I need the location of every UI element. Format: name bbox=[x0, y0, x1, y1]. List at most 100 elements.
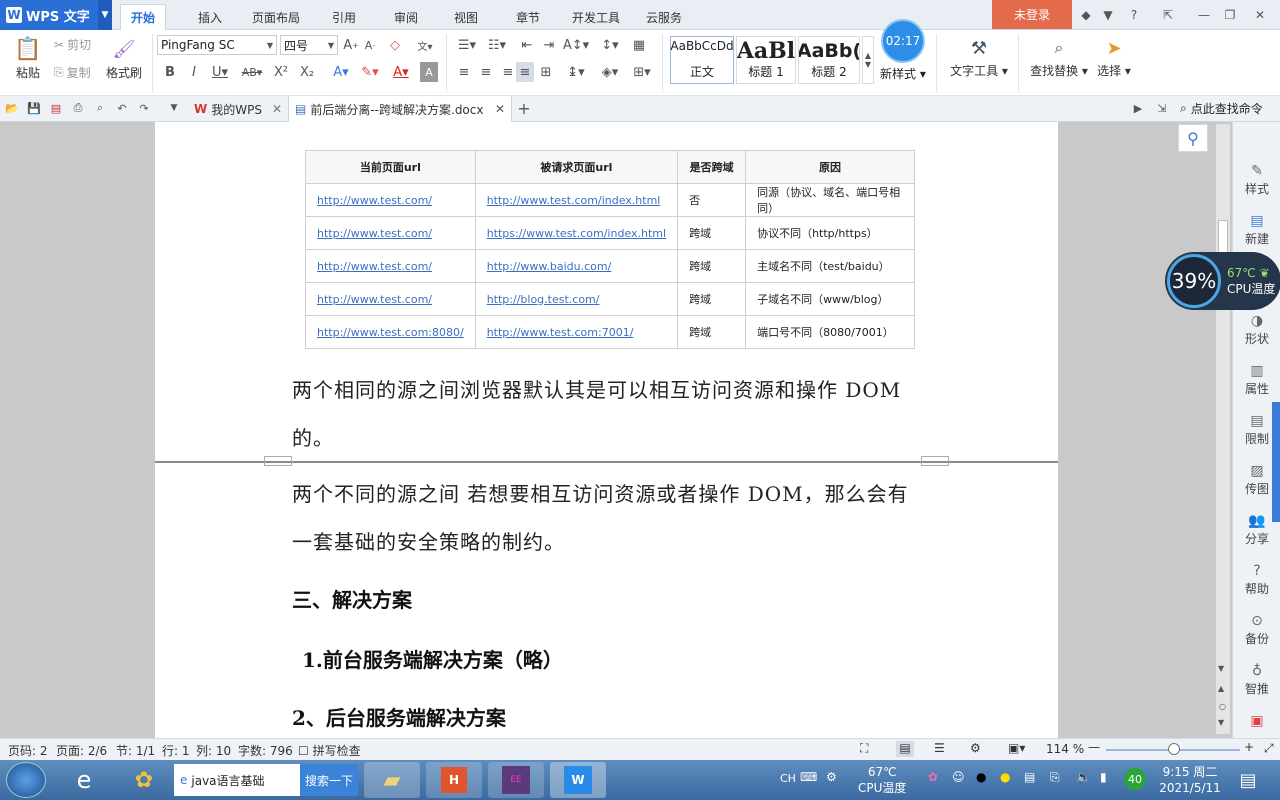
style-heading-1[interactable]: AaBl 标题 1 bbox=[736, 36, 796, 84]
table-border-icon[interactable]: ▦ bbox=[630, 35, 648, 55]
copy-button[interactable]: ⎘ 复制 bbox=[54, 64, 91, 81]
fullscreen-icon[interactable]: ⛶ bbox=[860, 741, 868, 756]
close-tab-icon[interactable]: ✕ bbox=[272, 102, 282, 116]
wps-taskbar-icon[interactable]: W bbox=[550, 762, 606, 798]
signal-icon[interactable]: ▮ bbox=[1100, 770, 1107, 784]
increase-indent-icon[interactable]: ⇥ bbox=[540, 35, 558, 55]
url-link[interactable]: http://www.test.com/ bbox=[317, 293, 432, 306]
vertical-scrollbar[interactable]: ▼ ▲ ○ ▼ bbox=[1216, 124, 1230, 734]
scrollbar-thumb[interactable] bbox=[1218, 220, 1228, 256]
skin-icon[interactable]: ◆ bbox=[1076, 5, 1096, 25]
tray-flower-icon[interactable]: ✿ bbox=[928, 770, 938, 784]
outline-view-icon[interactable]: ☰ bbox=[934, 741, 945, 755]
align-right-icon[interactable]: ≡ bbox=[500, 62, 516, 82]
restore-ribbon-icon[interactable]: ⇱ bbox=[1158, 5, 1178, 25]
tray-yellow-icon[interactable]: ● bbox=[1000, 770, 1010, 784]
location-pin-icon[interactable]: ⚲ bbox=[1178, 124, 1208, 152]
tray-device-icon[interactable]: ⎘ bbox=[1050, 770, 1060, 785]
app-menu-button[interactable]: W WPS 文字 ▼ bbox=[0, 0, 112, 30]
sidebar-item-toolbox[interactable]: ▣ bbox=[1233, 712, 1280, 730]
sidebar-item-style[interactable]: ✎ 样式 bbox=[1233, 162, 1280, 197]
close-tab-icon[interactable]: ✕ bbox=[495, 102, 505, 116]
sidebar-item-backup[interactable]: ⊙ 备份 bbox=[1233, 612, 1280, 647]
tray-cpu-temp[interactable]: 67℃ CPU温度 bbox=[858, 764, 906, 796]
clear-format-icon[interactable]: ◇ bbox=[386, 35, 404, 55]
search-button[interactable]: 搜索一下 bbox=[300, 764, 358, 796]
shading-icon[interactable]: ◈▾ bbox=[596, 62, 624, 82]
shirt-icon[interactable]: ▼ bbox=[1098, 5, 1118, 25]
ie-search-box[interactable]: e java语言基础 bbox=[174, 764, 300, 796]
text-tools-button[interactable]: ⚒ 文字工具 ▾ bbox=[946, 34, 1012, 79]
sidebar-item-properties[interactable]: ▥ 属性 bbox=[1233, 362, 1280, 397]
underline-icon[interactable]: U▾ bbox=[208, 62, 232, 82]
find-replace-button[interactable]: ⌕ 查找替换 ▾ bbox=[1026, 34, 1092, 79]
url-link[interactable]: http://www.baidu.com/ bbox=[487, 260, 612, 273]
tab-references[interactable]: 引用 bbox=[322, 4, 366, 30]
zoom-level[interactable]: 114 % bbox=[1046, 742, 1084, 756]
highlight-icon[interactable]: ✎▾ bbox=[356, 62, 384, 82]
save-icon[interactable]: 💾 bbox=[26, 100, 42, 116]
align-left-icon[interactable]: ≡ bbox=[456, 62, 472, 82]
ie-icon[interactable]: e bbox=[56, 762, 112, 798]
select-browse-icon[interactable]: ○ bbox=[1219, 702, 1226, 711]
zoom-out-icon[interactable]: — bbox=[1088, 740, 1100, 754]
status-word-count[interactable]: 字数: 796 bbox=[238, 742, 293, 759]
status-page-code[interactable]: 页码: 2 bbox=[8, 742, 48, 759]
hbuilder-icon[interactable]: H bbox=[426, 762, 482, 798]
maximize-icon[interactable]: ❐ bbox=[1220, 5, 1240, 25]
keyboard-icon[interactable]: ⌨ bbox=[800, 770, 817, 784]
qq-icon[interactable]: ● bbox=[976, 770, 986, 784]
cut-button[interactable]: ✂ 剪切 bbox=[54, 36, 91, 53]
help-icon[interactable]: ? bbox=[1124, 5, 1144, 25]
distributed-align-icon[interactable]: ⊞ bbox=[538, 62, 554, 82]
style-normal[interactable]: AaBbCcDd 正文 bbox=[670, 36, 734, 84]
action-center-icon[interactable]: ▤ bbox=[1236, 766, 1260, 794]
tray-network-icon[interactable]: ▤ bbox=[1024, 770, 1035, 784]
status-page[interactable]: 页面: 2/6 bbox=[56, 742, 107, 759]
pinyin-icon[interactable]: 文▾ bbox=[412, 35, 438, 55]
share-doc-icon[interactable]: ▶ bbox=[1130, 100, 1146, 116]
borders-icon[interactable]: ⊞▾ bbox=[628, 62, 656, 82]
url-link[interactable]: http://www.test.com/ bbox=[317, 227, 432, 240]
file-explorer-icon[interactable]: ▰ bbox=[364, 762, 420, 798]
close-icon[interactable]: ✕ bbox=[1250, 5, 1270, 25]
decrease-indent-icon[interactable]: ⇤ bbox=[518, 35, 536, 55]
tab-review[interactable]: 审阅 bbox=[384, 4, 428, 30]
italic-icon[interactable]: I bbox=[186, 62, 202, 82]
style-heading-2[interactable]: AaBb( 标题 2 bbox=[798, 36, 860, 84]
tab-document[interactable]: ▤ 前后端分离--跨域解决方案.docx ✕ bbox=[288, 96, 512, 122]
superscript-icon[interactable]: X² bbox=[272, 62, 290, 82]
style-scroll[interactable]: ▲ ▼ bbox=[862, 36, 874, 84]
url-link[interactable]: https://www.test.com/index.html bbox=[487, 227, 666, 240]
sidebar-item-shape[interactable]: ◑ 形状 bbox=[1233, 312, 1280, 347]
tab-view[interactable]: 视图 bbox=[444, 4, 488, 30]
start-button[interactable] bbox=[6, 762, 46, 798]
cpu-monitor-widget[interactable]: 39% 67℃ ❦ CPU温度 bbox=[1165, 252, 1280, 310]
select-button[interactable]: ➤ 选择 ▾ bbox=[1094, 34, 1134, 79]
java-ee-ide-icon[interactable]: EE bbox=[488, 762, 544, 798]
next-page-icon[interactable]: ▼ bbox=[1218, 718, 1224, 727]
line-spacing-icon[interactable]: ↨▾ bbox=[562, 62, 590, 82]
tab-developer[interactable]: 开发工具 bbox=[562, 4, 630, 30]
bold-icon[interactable]: B bbox=[162, 62, 178, 82]
spell-check-toggle[interactable]: ☐ 拼写检查 bbox=[298, 742, 361, 759]
format-painter-button[interactable]: 🖌 格式刷 bbox=[102, 34, 146, 81]
tab-chapter[interactable]: 章节 bbox=[506, 4, 550, 30]
align-justify-icon[interactable]: ≡ bbox=[516, 62, 534, 82]
url-link[interactable]: http://www.test.com/ bbox=[317, 260, 432, 273]
tab-mywps[interactable]: W 我的WPS ✕ bbox=[188, 96, 288, 122]
new-style-button[interactable]: 新样式 ▾ bbox=[880, 65, 926, 82]
font-color-icon[interactable]: A▾ bbox=[388, 62, 414, 82]
prev-page-icon[interactable]: ▲ bbox=[1218, 684, 1224, 693]
app-pinwheel-icon[interactable]: ✿ bbox=[116, 762, 172, 798]
tab-cloud[interactable]: 云服务 bbox=[636, 4, 692, 30]
minimize-icon[interactable]: — bbox=[1194, 5, 1214, 25]
text-direction-icon[interactable]: A↕▾ bbox=[562, 35, 590, 55]
sidebar-item-new[interactable]: ▤ 新建 bbox=[1233, 212, 1280, 247]
zoom-slider-thumb[interactable] bbox=[1168, 743, 1180, 755]
document-canvas[interactable]: 当前页面url 被请求页面url 是否跨域 原因 http://www.test… bbox=[0, 122, 1232, 738]
print-preview-icon[interactable]: ⌕ bbox=[92, 100, 108, 116]
url-link[interactable]: http://www.test.com/ bbox=[317, 194, 432, 207]
url-link[interactable]: http://www.test.com/index.html bbox=[487, 194, 661, 207]
sidebar-item-recommend[interactable]: ♁ 智推 bbox=[1233, 662, 1280, 697]
